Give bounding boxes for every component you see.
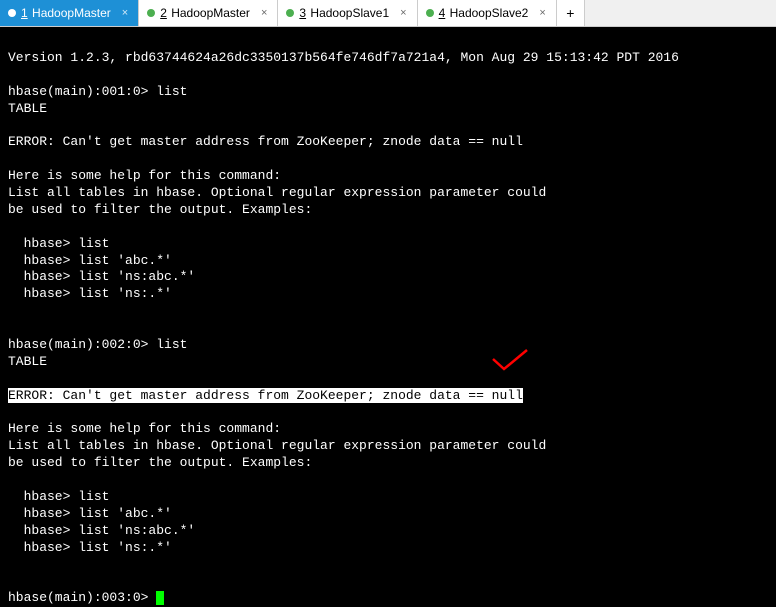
help-header: Here is some help for this command: bbox=[8, 421, 281, 436]
example-line: hbase> list 'ns:abc.*' bbox=[8, 523, 195, 538]
add-tab-button[interactable]: + bbox=[557, 0, 585, 26]
close-icon[interactable]: × bbox=[398, 7, 408, 19]
status-dot-icon bbox=[426, 9, 434, 17]
help-header: Here is some help for this command: bbox=[8, 168, 281, 183]
cursor-icon bbox=[156, 591, 164, 605]
tab-3[interactable]: 3 HadoopSlave1 × bbox=[278, 0, 417, 26]
prompt-line: hbase(main):001:0> list bbox=[8, 84, 187, 99]
tab-bar: 1 HadoopMaster × 2 HadoopMaster × 3 Hado… bbox=[0, 0, 776, 27]
checkmark-annotation-icon bbox=[490, 347, 530, 373]
table-line: TABLE bbox=[8, 101, 47, 116]
tab-label: 1 HadoopMaster bbox=[21, 6, 111, 20]
help-line: List all tables in hbase. Optional regul… bbox=[8, 438, 546, 453]
help-line: be used to filter the output. Examples: bbox=[8, 202, 312, 217]
help-line: be used to filter the output. Examples: bbox=[8, 455, 312, 470]
close-icon[interactable]: × bbox=[120, 7, 130, 19]
example-line: hbase> list 'abc.*' bbox=[8, 253, 172, 268]
error-line-highlighted: ERROR: Can't get master address from Zoo… bbox=[8, 388, 523, 403]
help-line: List all tables in hbase. Optional regul… bbox=[8, 185, 546, 200]
tab-label: 2 HadoopMaster bbox=[160, 6, 250, 20]
example-line: hbase> list 'ns:abc.*' bbox=[8, 269, 195, 284]
tab-1[interactable]: 1 HadoopMaster × bbox=[0, 0, 139, 26]
table-line: TABLE bbox=[8, 354, 47, 369]
tab-2[interactable]: 2 HadoopMaster × bbox=[139, 0, 278, 26]
version-line: Version 1.2.3, rbd63744624a26dc3350137b5… bbox=[8, 50, 679, 65]
example-line: hbase> list 'abc.*' bbox=[8, 506, 172, 521]
prompt-line: hbase(main):002:0> list bbox=[8, 337, 187, 352]
tab-label: 4 HadoopSlave2 bbox=[439, 6, 529, 20]
error-line: ERROR: Can't get master address from Zoo… bbox=[8, 134, 523, 149]
prompt-line: hbase(main):003:0> bbox=[8, 590, 156, 605]
example-line: hbase> list 'ns:.*' bbox=[8, 286, 172, 301]
status-dot-icon bbox=[8, 9, 16, 17]
close-icon[interactable]: × bbox=[537, 7, 547, 19]
status-dot-icon bbox=[147, 9, 155, 17]
tab-4[interactable]: 4 HadoopSlave2 × bbox=[418, 0, 557, 26]
status-dot-icon bbox=[286, 9, 294, 17]
example-line: hbase> list 'ns:.*' bbox=[8, 540, 172, 555]
close-icon[interactable]: × bbox=[259, 7, 269, 19]
example-line: hbase> list bbox=[8, 236, 109, 251]
example-line: hbase> list bbox=[8, 489, 109, 504]
tab-label: 3 HadoopSlave1 bbox=[299, 6, 389, 20]
terminal-output[interactable]: Version 1.2.3, rbd63744624a26dc3350137b5… bbox=[0, 27, 776, 548]
